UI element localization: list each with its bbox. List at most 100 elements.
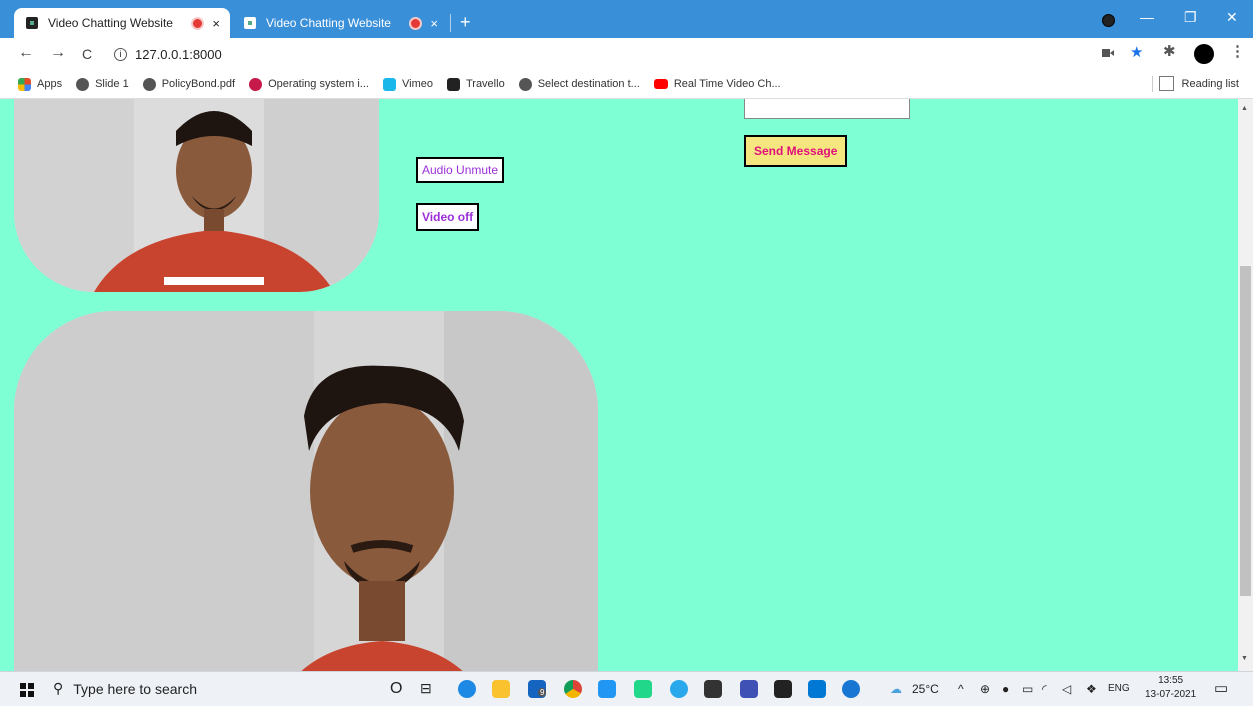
language-indicator[interactable]: ENG xyxy=(1108,683,1130,694)
taskbar-search[interactable]: ⚲ Type here to search xyxy=(53,680,197,697)
chrome-icon[interactable] xyxy=(564,680,582,698)
camera-icon[interactable] xyxy=(1102,45,1114,62)
raspberry-icon xyxy=(249,77,263,91)
avatar[interactable] xyxy=(1194,44,1214,64)
local-video xyxy=(14,99,379,292)
photos-icon[interactable] xyxy=(808,680,826,698)
edge-icon[interactable] xyxy=(458,680,476,698)
microphone-icon[interactable]: ● xyxy=(1002,682,1009,696)
forward-button[interactable]: → xyxy=(50,44,66,62)
show-hidden-icons-icon[interactable]: ^ xyxy=(958,682,964,696)
scroll-down-icon[interactable]: ▼ xyxy=(1241,655,1248,662)
file-explorer-icon[interactable] xyxy=(492,680,510,698)
bookmark-vimeo[interactable]: Vimeo xyxy=(382,77,433,91)
page-scrollbar[interactable]: ▲ ▼ xyxy=(1238,99,1253,671)
bookmark-policybond[interactable]: PolicyBond.pdf xyxy=(142,77,236,91)
remote-video xyxy=(14,311,598,671)
scrollbar-thumb[interactable] xyxy=(1240,266,1251,596)
bookmark-label: Travello xyxy=(465,78,505,90)
message-input[interactable] xyxy=(744,99,910,119)
vscode-icon[interactable] xyxy=(598,680,616,698)
search-icon: ⚲ xyxy=(53,680,64,696)
profile-icon[interactable] xyxy=(1102,14,1115,27)
local-video-frame xyxy=(14,99,379,292)
extensions-icon[interactable]: ✱ xyxy=(1163,42,1176,60)
bookmark-label: Operating system i... xyxy=(268,78,369,90)
network-icon[interactable]: ⊕ xyxy=(980,682,990,696)
menu-icon[interactable]: ⋮ xyxy=(1230,42,1245,60)
bookmark-label: PolicyBond.pdf xyxy=(161,78,236,90)
clock-time: 13:55 xyxy=(1158,675,1184,686)
bookmark-label: Real Time Video Ch... xyxy=(673,78,781,90)
wifi-icon[interactable]: ◜ xyxy=(1042,682,1047,696)
send-message-button[interactable]: Send Message xyxy=(744,135,848,167)
tab-title: Video Chatting Website xyxy=(48,16,173,30)
windows-start-icon[interactable] xyxy=(20,683,34,700)
bookmark-label: Slide 1 xyxy=(95,78,129,90)
system-clock[interactable]: 13:55 13-07-2021 xyxy=(1145,674,1196,702)
globe-icon xyxy=(76,77,90,91)
terminal-icon[interactable] xyxy=(774,680,792,698)
tab-bar: Video Chatting Website × Video Chatting … xyxy=(0,0,1253,38)
tab-separator xyxy=(450,14,451,32)
tab-close-icon[interactable]: × xyxy=(430,16,438,31)
apps-grid-icon xyxy=(18,77,31,91)
recording-indicator-icon xyxy=(191,16,205,30)
bookmark-label: Vimeo xyxy=(401,78,433,90)
weather-text[interactable]: 25°C xyxy=(912,682,939,696)
volume-icon[interactable]: ◁ xyxy=(1062,682,1071,696)
bookmark-label: Apps xyxy=(37,78,63,90)
telegram-icon[interactable] xyxy=(670,680,688,698)
vimeo-icon xyxy=(382,77,396,91)
task-view-icon[interactable]: ⊟ xyxy=(420,680,432,697)
mail-icon[interactable]: 9 xyxy=(528,680,547,698)
new-tab-button[interactable]: + xyxy=(460,12,471,33)
tab-close-icon[interactable]: × xyxy=(212,16,220,31)
reading-list-button[interactable]: Reading list xyxy=(1159,76,1239,91)
bookmark-operating-system[interactable]: Operating system i... xyxy=(249,77,369,91)
minimize-button[interactable]: — xyxy=(1140,9,1154,25)
video-off-button[interactable]: Video off xyxy=(416,203,480,231)
globe-icon xyxy=(142,77,156,91)
cortana-icon[interactable]: O xyxy=(390,680,402,698)
dropbox-icon[interactable]: ❖ xyxy=(1086,682,1097,696)
battery-icon[interactable]: ▭ xyxy=(1022,682,1033,696)
tab-video-chatting-2[interactable]: Video Chatting Website × xyxy=(232,8,448,38)
site-favicon-icon xyxy=(26,17,38,29)
bookmark-slide-1[interactable]: Slide 1 xyxy=(76,77,129,91)
info-icon[interactable]: i xyxy=(114,47,127,61)
tab-title: Video Chatting Website xyxy=(266,16,391,30)
bookmark-separator xyxy=(1152,76,1153,92)
vpn-icon[interactable] xyxy=(740,680,758,698)
bookmark-apps[interactable]: Apps xyxy=(18,77,63,91)
page-content: Audio Unmute Video off Send Message xyxy=(0,99,1238,671)
bookmark-label: Select destination t... xyxy=(537,78,640,90)
recording-indicator-icon xyxy=(409,16,423,30)
windows-taskbar: ⚲ Type here to search O ⊟ 9 ☁ 25°C ^ ⊕ ●… xyxy=(0,671,1253,706)
bookmark-select-destination[interactable]: Select destination t... xyxy=(518,77,640,91)
taskbar-search-placeholder: Type here to search xyxy=(73,680,198,697)
close-window-button[interactable]: ✕ xyxy=(1226,9,1238,26)
bookmarks-bar: Apps Slide 1 PolicyBond.pdf Operating sy… xyxy=(0,70,1253,99)
site-favicon-icon xyxy=(244,17,256,29)
bookmark-travello[interactable]: Travello xyxy=(446,77,505,91)
notifications-icon[interactable]: ▭ xyxy=(1214,679,1228,697)
remote-video-frame xyxy=(14,311,598,671)
back-button[interactable]: ← xyxy=(18,44,34,62)
tab-video-chatting-1[interactable]: Video Chatting Website × xyxy=(14,8,230,38)
travello-icon xyxy=(446,77,460,91)
bookmark-real-time-video[interactable]: Real Time Video Ch... xyxy=(653,78,781,90)
browser-toolbar: ← → C i 127.0.0.1:8000 ★ ✱ ⋮ xyxy=(0,38,1253,70)
pycharm-icon[interactable] xyxy=(634,680,652,698)
reload-button[interactable]: C xyxy=(82,46,92,62)
help-icon[interactable] xyxy=(842,680,860,698)
url-text: 127.0.0.1:8000 xyxy=(135,46,222,62)
address-bar[interactable]: i 127.0.0.1:8000 xyxy=(100,41,1090,67)
store-icon[interactable] xyxy=(704,680,722,698)
audio-unmute-button[interactable]: Audio Unmute xyxy=(416,157,505,183)
scroll-up-icon[interactable]: ▲ xyxy=(1241,105,1248,112)
restore-button[interactable]: ❐ xyxy=(1184,9,1197,26)
youtube-icon xyxy=(653,79,668,89)
bookmark-star-icon[interactable]: ★ xyxy=(1130,43,1143,61)
mail-badge: 9 xyxy=(538,688,547,697)
